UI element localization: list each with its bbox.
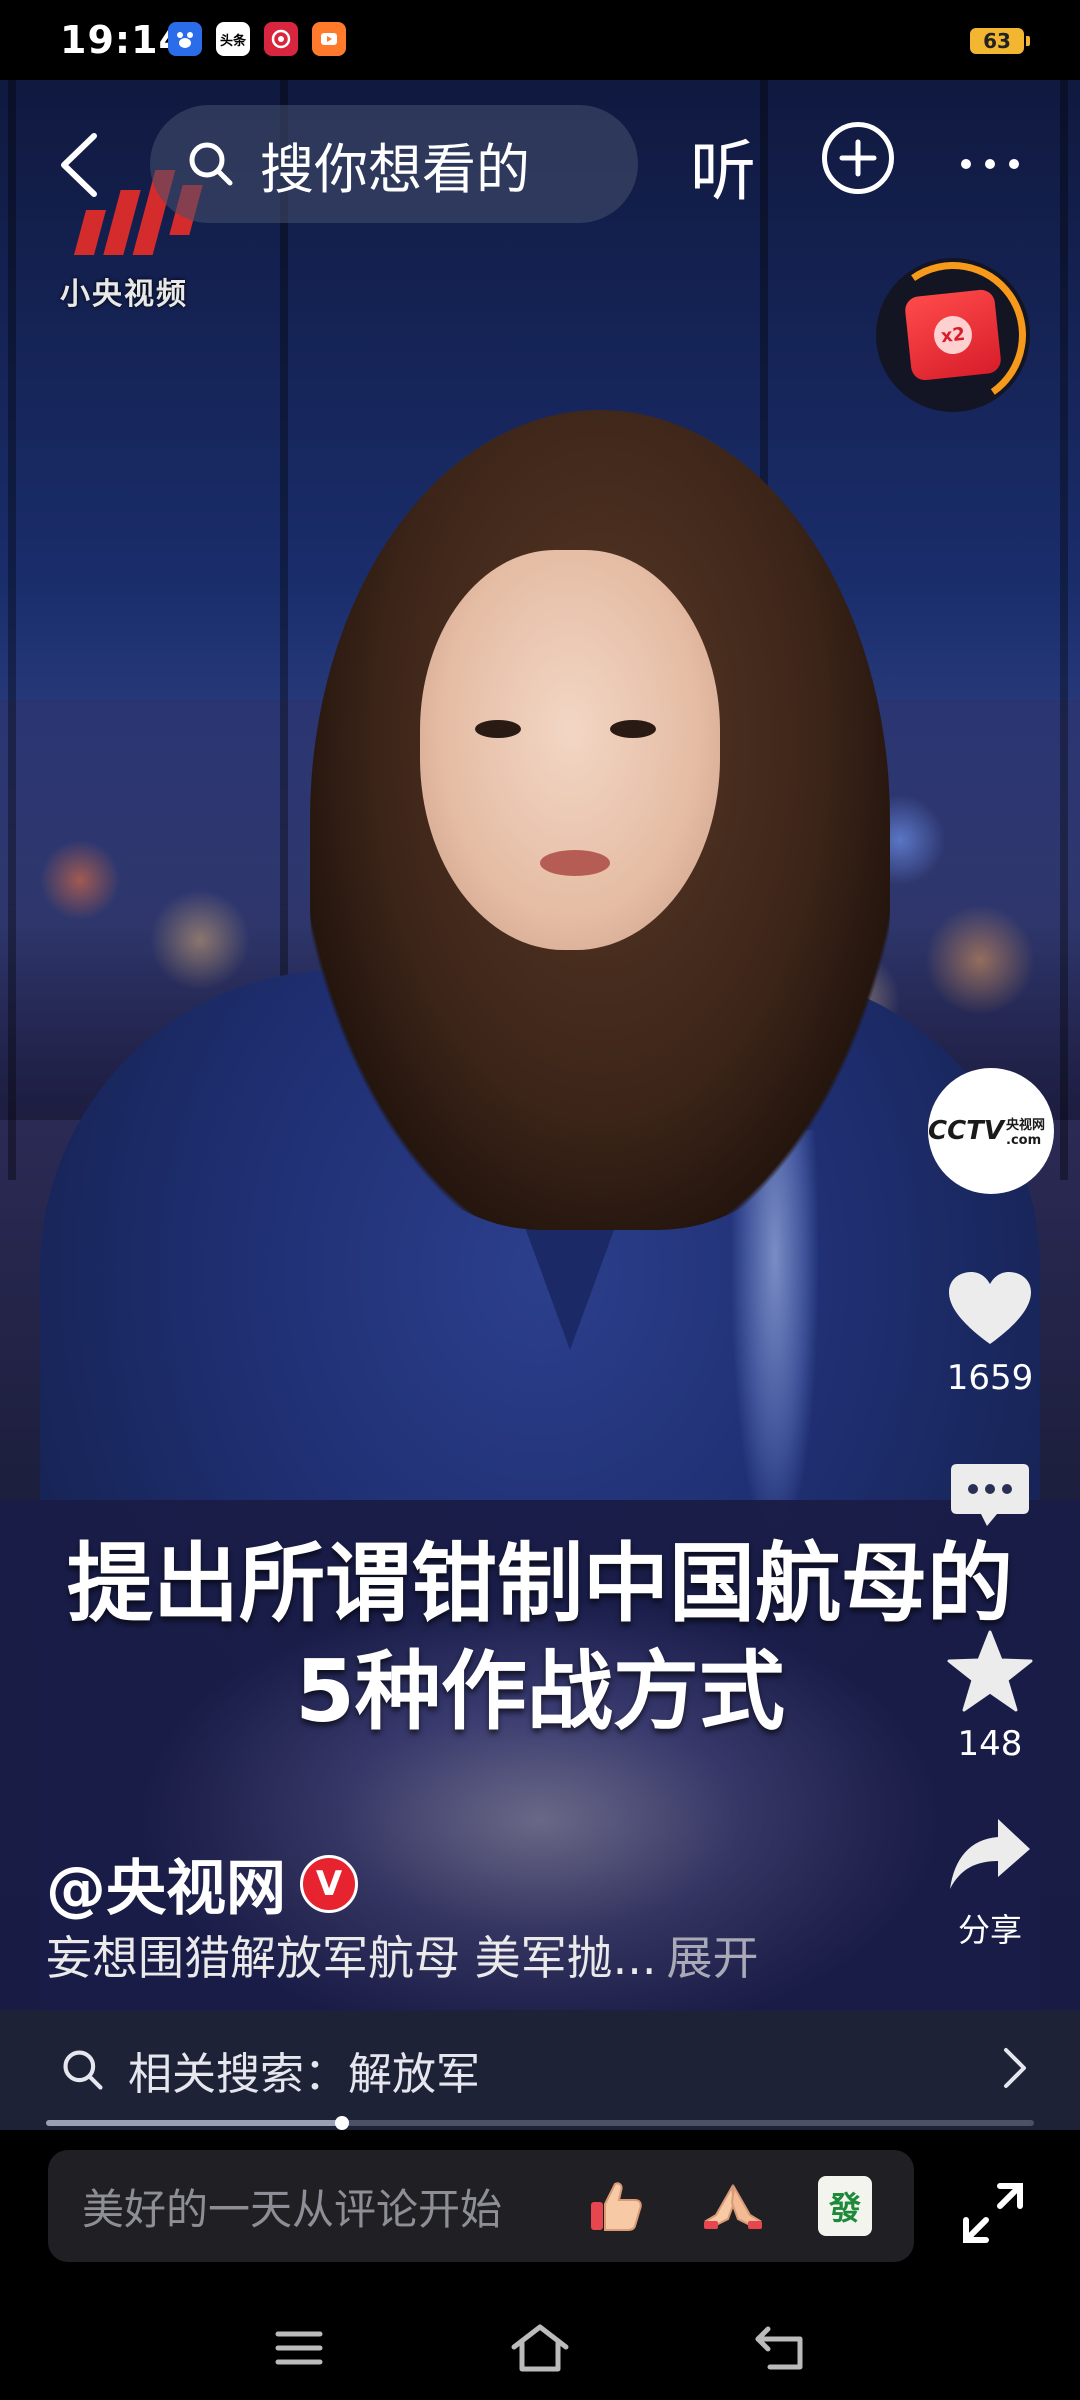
home-button[interactable] <box>505 2318 575 2378</box>
battery-indicator: 63 <box>970 28 1030 54</box>
back-button[interactable] <box>44 120 114 210</box>
netease-icon <box>264 22 298 56</box>
red-packet-badge: x2 <box>932 314 974 356</box>
home-icon <box>511 2324 569 2372</box>
author-avatar[interactable]: CCTV 央视网 .com <box>928 1068 1054 1194</box>
share-label: 分享 <box>957 1911 1022 1949</box>
comment-input[interactable]: 美好的一天从评论开始 發 <box>48 2150 914 2262</box>
caption-line-2: 5种作战方式 <box>295 1642 785 1742</box>
anchor-eye <box>610 720 656 738</box>
baidu-icon <box>168 22 202 56</box>
menu-button[interactable] <box>264 2318 334 2378</box>
thumbs-up-emoji-icon[interactable] <box>582 2173 648 2239</box>
verified-badge-icon: V <box>300 1854 358 1913</box>
system-back-button[interactable] <box>746 2318 816 2378</box>
comment-button[interactable] <box>920 1460 1060 1540</box>
back-arrow-icon <box>61 133 97 197</box>
plus-icon <box>839 139 877 177</box>
return-icon <box>755 2326 803 2370</box>
video-app-icon <box>312 22 346 56</box>
menu-icon <box>275 2331 323 2365</box>
more-options-button[interactable] <box>958 120 1022 188</box>
search-placeholder: 搜你想看的 <box>260 137 530 201</box>
status-bar: 19:14 头条 63 <box>0 0 1080 80</box>
logo-bar <box>73 210 107 255</box>
anchor-eye <box>475 720 521 738</box>
caption-line-1: 提出所谓钳制中国航母的 <box>67 1534 1013 1634</box>
red-envelope-icon: x2 <box>903 288 1003 382</box>
share-arrow-icon <box>950 1819 1030 1889</box>
avatar-logo-text: CCTV <box>928 1116 1005 1146</box>
system-navigation-bar <box>0 2290 1080 2400</box>
expand-icon <box>963 2183 1023 2243</box>
search-icon <box>63 2050 103 2090</box>
comment-bar: 美好的一天从评论开始 發 <box>0 2130 1080 2290</box>
add-button[interactable] <box>822 122 894 194</box>
progress-fill <box>46 2120 343 2126</box>
expand-button[interactable]: 展开 <box>667 1931 759 1985</box>
mahjong-fa-emoji-icon[interactable]: 發 <box>818 2176 872 2236</box>
like-button[interactable]: 1659 <box>920 1270 1060 1398</box>
window-frame <box>1060 80 1068 1180</box>
logo-text: 小央视频 <box>60 277 188 312</box>
comment-placeholder: 美好的一天从评论开始 <box>82 2184 503 2234</box>
avatar-logo-suffix: 央视网 .com <box>1006 1118 1046 1148</box>
description-text: 妄想围猎解放军航母 美军抛... <box>46 1931 657 1985</box>
related-search-bar[interactable]: 相关搜索：解放军 <box>0 2010 1080 2130</box>
post-description[interactable]: 妄想围猎解放军航母 美军抛... 展开 <box>46 1922 759 1988</box>
window-frame <box>8 80 16 1180</box>
playback-progress-bar[interactable] <box>46 2116 1034 2130</box>
related-search-label: 相关搜索：解放军 <box>128 2049 480 2100</box>
status-app-icons: 头条 <box>168 22 346 56</box>
search-icon <box>189 142 233 186</box>
author-info[interactable]: @央视网 V <box>46 1840 358 1927</box>
share-button[interactable]: 分享 <box>920 1815 1060 1951</box>
author-name[interactable]: @央视网 <box>46 1840 286 1927</box>
toutiao-icon: 头条 <box>216 22 250 56</box>
anchor-lips <box>540 850 610 876</box>
fullscreen-button[interactable] <box>960 2180 1026 2246</box>
chevron-right-icon <box>1004 2048 1026 2088</box>
comment-icon <box>951 1464 1029 1526</box>
more-dots-icon <box>961 159 1019 169</box>
praying-hands-emoji-icon[interactable] <box>700 2173 766 2239</box>
red-packet-button[interactable]: x2 <box>868 250 1038 420</box>
search-bar[interactable]: 搜你想看的 <box>150 105 638 223</box>
anchor-face <box>420 550 720 950</box>
like-count: 1659 <box>946 1358 1034 1398</box>
heart-icon <box>949 1272 1031 1344</box>
listen-button[interactable]: 听 <box>690 118 756 214</box>
video-caption: 提出所谓钳制中国航母的 5种作战方式 <box>0 1530 1080 1746</box>
